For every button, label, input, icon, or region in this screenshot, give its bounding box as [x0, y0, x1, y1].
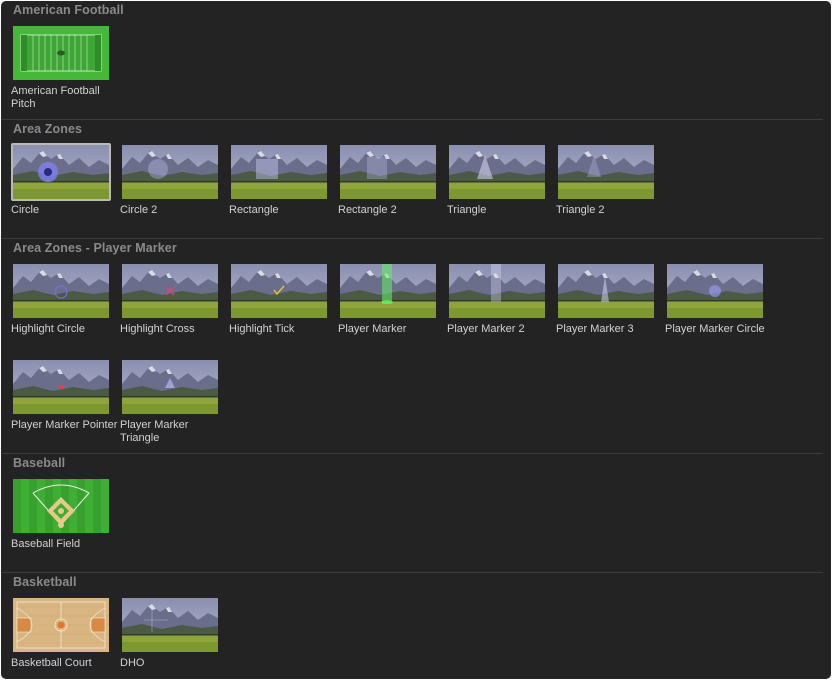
- template-label: Circle: [11, 204, 40, 216]
- section-title: Area Zones - Player Marker: [13, 241, 177, 255]
- section-title: Area Zones: [13, 122, 83, 136]
- thumbnail: [11, 143, 111, 201]
- thumbnail: [120, 596, 220, 654]
- thumbnail: [11, 596, 111, 654]
- section-baseball: Baseball Baseball Field: [1, 454, 831, 573]
- thumbnail: [338, 143, 438, 201]
- section-american-football: American Football American Football Pitc…: [1, 1, 831, 120]
- template-label: Rectangle 2: [338, 204, 397, 216]
- thumbnail: [11, 358, 111, 416]
- section-basketball: Basketball Basketball Court DHO: [1, 573, 831, 679]
- thumbnail: [11, 477, 111, 535]
- thumbnail: [120, 143, 220, 201]
- template-browser: American Football American Football Pitc…: [1, 1, 831, 679]
- template-label: Highlight Tick: [229, 323, 295, 335]
- section-title: American Football: [13, 3, 124, 17]
- template-label: Baseball Field: [11, 538, 81, 550]
- template-label: Triangle 2: [556, 204, 605, 216]
- thumbnail: [120, 358, 220, 416]
- template-label: Player Marker 2: [447, 323, 525, 335]
- thumbnail: [447, 143, 547, 201]
- template-label: Player Marker 3: [556, 323, 634, 335]
- section-title: Baseball: [13, 456, 66, 470]
- thumbnail: [120, 262, 220, 320]
- thumbnail: [556, 262, 656, 320]
- template-label: Basketball Court: [11, 657, 92, 669]
- thumbnail: [556, 143, 656, 201]
- template-label: Rectangle: [229, 204, 279, 216]
- template-label: Player Marker Triangle: [120, 419, 189, 444]
- thumbnail: [229, 262, 329, 320]
- section-area-zones-player-marker: Area Zones - Player Marker Highlight Cir…: [1, 239, 831, 454]
- template-label: Highlight Circle: [11, 323, 85, 335]
- thumbnail: [447, 262, 547, 320]
- template-label: Player Marker Pointer: [11, 419, 118, 431]
- template-label: Player Marker: [338, 323, 407, 335]
- template-label: Circle 2: [120, 204, 158, 216]
- section-title: Basketball: [13, 575, 77, 589]
- template-label: Highlight Cross: [120, 323, 195, 335]
- section-area-zones: Area Zones Circle Circle 2 Rectangle Rec…: [1, 120, 831, 239]
- template-label: Triangle: [447, 204, 487, 216]
- thumbnail: [665, 262, 765, 320]
- thumbnail: [338, 262, 438, 320]
- thumbnail: [11, 262, 111, 320]
- thumbnail: [11, 24, 111, 82]
- template-label: Player Marker Circle: [665, 323, 765, 335]
- template-label: American Football Pitch: [11, 85, 100, 110]
- template-label: DHO: [120, 657, 145, 669]
- thumbnail: [229, 143, 329, 201]
